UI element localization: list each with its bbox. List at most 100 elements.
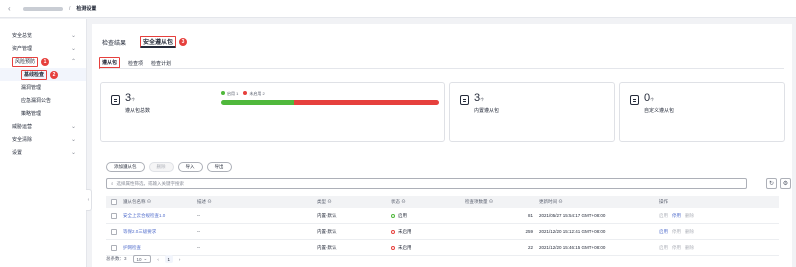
disable-action[interactable]: 停用 bbox=[672, 213, 681, 219]
next-page-icon[interactable]: › bbox=[179, 257, 181, 262]
tab-check-plan[interactable]: 检查计划 bbox=[151, 60, 171, 67]
delete-action[interactable]: 删除 bbox=[685, 245, 694, 251]
sidebar-item-risk-prevention[interactable]: 风险预防 1 ⌃ bbox=[0, 55, 86, 68]
row-checkbox[interactable] bbox=[111, 228, 117, 235]
table-row: 安全上云合规检查1.0 -- 内置-默认 启用 81 2021/05/27 15:54:1… bbox=[106, 208, 779, 224]
step-badge: 1 bbox=[41, 57, 50, 66]
package-type: 内置-默认 bbox=[317, 244, 337, 250]
card-number: 0个 bbox=[644, 92, 655, 104]
column-header-time[interactable]: 更新时间 ⊖ bbox=[539, 199, 659, 205]
package-status: 未启用 bbox=[391, 229, 465, 235]
action-buttons: 添加遵从包 删除 导入 导出 bbox=[106, 162, 232, 172]
total-count: 总条数：3 bbox=[106, 256, 127, 261]
column-header-name[interactable]: 遵从包名称 ⊖ bbox=[123, 199, 197, 205]
top-tabs: 检查结果 安全遵从包 3 bbox=[102, 36, 188, 48]
page-number[interactable]: 1 bbox=[164, 255, 173, 263]
tab-check-items[interactable]: 检查项 bbox=[128, 60, 143, 67]
chevron-down-icon: ⌄ bbox=[70, 150, 76, 156]
top-bar: ‹ / 检测设置 bbox=[0, 0, 796, 18]
tab-compliance-package[interactable]: 安全遵从包 bbox=[140, 36, 177, 48]
sidebar-item-overview[interactable]: 安全总览 ⌄ bbox=[0, 29, 86, 42]
sidebar-item-label: 基线检查 bbox=[21, 69, 48, 80]
disable-action[interactable]: 停用 bbox=[672, 229, 681, 235]
row-checkbox-cell bbox=[106, 244, 123, 251]
sidebar-item-emergency-vuln[interactable]: 应急漏洞公告 bbox=[0, 94, 86, 107]
tab-check-results[interactable]: 检查结果 bbox=[102, 36, 126, 48]
enable-action[interactable]: 启用 bbox=[659, 245, 668, 251]
disable-action[interactable]: 停用 bbox=[672, 245, 681, 251]
search-input[interactable]: ⌕ 选择属性筛选，或输入关键字搜索 bbox=[106, 178, 747, 189]
refresh-button[interactable]: ↻ bbox=[766, 178, 777, 189]
chart-legend: 启用 1 未启用 2 bbox=[221, 91, 265, 97]
update-time: 2021/12/20 15:46:15 GMT+08:00 bbox=[539, 245, 606, 250]
column-header-count[interactable]: 检查项数量 ⊖ bbox=[465, 199, 539, 205]
sidebar-item-security-clear[interactable]: 安全清除 ⌄ bbox=[0, 133, 86, 146]
main-panel: 检查结果 安全遵从包 3 遵从包 检查项 检查计划 3个 遵从包总数 启用 1 … bbox=[92, 24, 792, 267]
progress-segment-disabled bbox=[293, 100, 439, 105]
prev-page-icon[interactable]: ‹ bbox=[157, 257, 159, 262]
export-button[interactable]: 导出 bbox=[206, 162, 232, 172]
package-name-link[interactable]: 护网检查 bbox=[123, 245, 197, 251]
delete-action[interactable]: 删除 bbox=[685, 213, 694, 219]
sidebar-item-assets[interactable]: 资产管理 ⌄ bbox=[0, 42, 86, 55]
column-header-actions: 操作 bbox=[659, 199, 668, 204]
breadcrumb-parent[interactable] bbox=[23, 6, 63, 11]
package-table: 遵从包名称 ⊖ 描述 ⊖ 类型 ⊖ 状态 ⊖ 检查项数量 ⊖ 更新时间 ⊖ 操作… bbox=[106, 196, 779, 256]
document-icon bbox=[460, 95, 469, 105]
package-name-link[interactable]: 等保2.0三级要求 bbox=[123, 229, 197, 235]
import-button[interactable]: 导入 bbox=[177, 162, 203, 172]
settings-button[interactable]: ⚙ bbox=[780, 178, 791, 189]
enable-action[interactable]: 启用 bbox=[659, 213, 668, 219]
update-time: 2021/12/20 15:12:41 GMT+08:00 bbox=[539, 229, 606, 234]
chevron-down-icon: ⌄ bbox=[70, 137, 76, 143]
chevron-up-icon: ⌃ bbox=[70, 59, 76, 65]
select-all-checkbox[interactable] bbox=[111, 199, 117, 205]
red-dot-icon bbox=[243, 91, 248, 95]
sidebar-item-policy-mgmt[interactable]: 策略管理 bbox=[0, 107, 86, 120]
column-header-desc[interactable]: 描述 ⊖ bbox=[197, 199, 317, 205]
row-checkbox[interactable] bbox=[111, 244, 117, 251]
refresh-icon: ↻ bbox=[768, 181, 775, 187]
sidebar-item-threat-ops[interactable]: 威胁运营 ⌄ bbox=[0, 120, 86, 133]
delete-button[interactable]: 删除 bbox=[148, 162, 174, 172]
package-name-link[interactable]: 安全上云合规检查1.0 bbox=[123, 213, 197, 219]
card-builtin-packages: 3个 内置遵从包 bbox=[449, 82, 615, 142]
chevron-left-icon[interactable]: ‹ bbox=[8, 4, 17, 13]
sidebar-item-label: 应急漏洞公告 bbox=[21, 98, 52, 104]
row-checkbox-cell bbox=[106, 212, 123, 219]
sidebar-item-label: 安全总览 bbox=[12, 33, 33, 39]
sidebar-item-label: 资产管理 bbox=[12, 46, 33, 52]
package-status: 未启用 bbox=[391, 245, 465, 251]
check-item-count: 259 bbox=[525, 229, 533, 234]
enable-action[interactable]: 启用 bbox=[659, 229, 668, 235]
page-size-select[interactable]: 10 ⌄ bbox=[132, 255, 152, 263]
status-dot-icon bbox=[391, 245, 395, 250]
sidebar-item-baseline-check[interactable]: 基线检查 2 bbox=[0, 68, 86, 81]
legend-disabled: 未启用 2 bbox=[243, 91, 265, 97]
column-header-type[interactable]: 类型 ⊖ bbox=[317, 199, 391, 205]
card-custom-packages: 0个 自定义遵从包 bbox=[619, 82, 785, 142]
card-label: 遵从包总数 bbox=[125, 108, 151, 114]
sidebar-item-settings[interactable]: 设置 ⌄ bbox=[0, 146, 86, 159]
sidebar-item-vuln-mgmt[interactable]: 漏洞管理 bbox=[0, 81, 86, 94]
chevron-down-icon: ⌄ bbox=[70, 46, 76, 52]
row-checkbox[interactable] bbox=[111, 212, 117, 219]
add-package-button[interactable]: 添加遵从包 bbox=[106, 162, 145, 172]
chevron-down-icon: ⌄ bbox=[70, 33, 76, 39]
table-header: 遵从包名称 ⊖ 描述 ⊖ 类型 ⊖ 状态 ⊖ 检查项数量 ⊖ 更新时间 ⊖ 操作 bbox=[106, 196, 779, 208]
status-dot-icon bbox=[391, 229, 395, 234]
delete-action[interactable]: 删除 bbox=[685, 229, 694, 235]
package-status: 启用 bbox=[391, 213, 465, 219]
tab-compliance-wrapper: 安全遵从包 3 bbox=[140, 36, 188, 48]
package-type: 内置-默认 bbox=[317, 212, 337, 218]
step-badge: 3 bbox=[179, 38, 188, 46]
green-dot-icon bbox=[221, 91, 225, 95]
table-row: 护网检查 -- 内置-默认 未启用 22 2021/12/20 15:46:15 GMT+… bbox=[106, 240, 779, 256]
row-actions: 启用 停用 删除 bbox=[659, 213, 719, 219]
sidebar-item-label: 安全清除 bbox=[12, 137, 33, 143]
sidebar-item-label: 设置 bbox=[12, 150, 23, 156]
chevron-down-icon: ⌄ bbox=[143, 256, 148, 261]
header-checkbox-cell bbox=[106, 199, 123, 205]
gear-icon: ⚙ bbox=[782, 181, 789, 187]
column-header-status[interactable]: 状态 ⊖ bbox=[391, 199, 465, 205]
